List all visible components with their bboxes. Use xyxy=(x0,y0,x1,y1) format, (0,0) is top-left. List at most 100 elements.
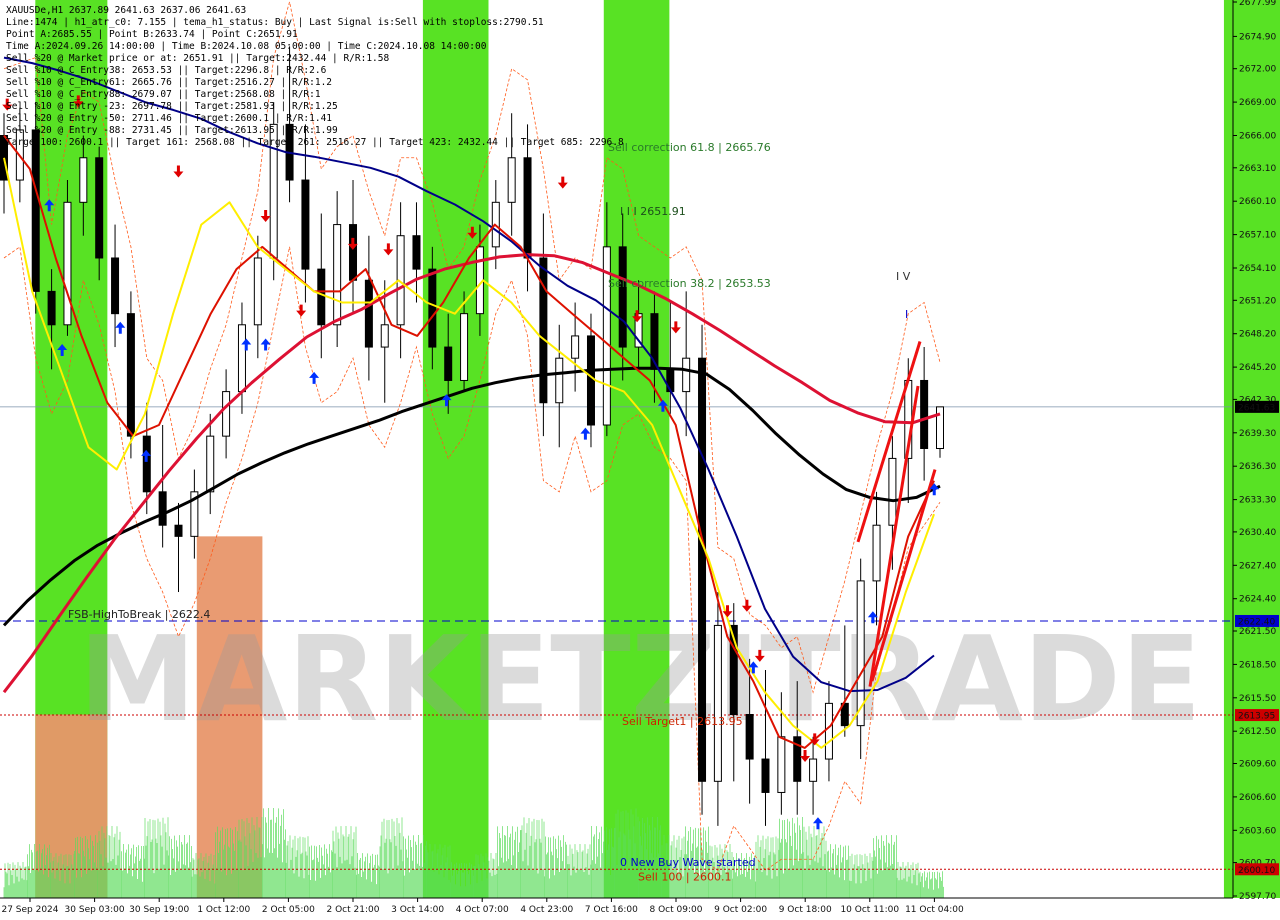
sell-arrow-icon xyxy=(557,176,568,189)
header-info-line: Target100: 2600.1 || Target 161: 2568.08… xyxy=(6,137,624,148)
y-tick-label: 2677.99 xyxy=(1239,0,1276,8)
trading-chart[interactable]: MARKETZITRADE FSB-HighToBreak | 2622.4 Sel… xyxy=(0,0,1280,920)
chart-canvas[interactable]: MARKETZITRADEFSB-HighToBreak | 2622.4Sel… xyxy=(0,0,1280,920)
candle-body[interactable] xyxy=(364,279,373,348)
annotation-sell-correction-61: Sell correction 61.8 | 2665.76 xyxy=(608,141,771,154)
candle-body[interactable] xyxy=(412,235,421,270)
buy-arrow-icon xyxy=(115,321,126,334)
candle-body[interactable] xyxy=(618,246,627,348)
header-info-line: Sell %10 @ Entry -23: 2697.78 || Target:… xyxy=(6,101,338,112)
candle-body[interactable] xyxy=(142,435,151,493)
candle-body[interactable] xyxy=(713,624,722,782)
candle-body[interactable] xyxy=(555,357,564,404)
y-tick-label: 2627.40 xyxy=(1239,561,1276,571)
x-tick-label: 2 Oct 05:00 xyxy=(262,905,315,915)
y-tick-label: 2663.10 xyxy=(1239,164,1276,174)
level-label-sell-100: Sell 100 | 2600.1 xyxy=(638,870,732,883)
buy-arrow-icon xyxy=(580,427,591,440)
header-info-line: Sell %10 @ C_Entry38: 2653.53 || Target:… xyxy=(6,65,327,76)
y-tick-label: 2654.10 xyxy=(1239,264,1276,274)
candle-body[interactable] xyxy=(809,758,818,782)
candle-body[interactable] xyxy=(936,406,944,449)
candle-body[interactable] xyxy=(206,435,215,493)
candle-body[interactable] xyxy=(444,346,453,381)
y-tick-label: 2603.60 xyxy=(1239,826,1276,836)
candle-body[interactable] xyxy=(31,129,40,292)
candle-body[interactable] xyxy=(824,702,833,760)
candle-body[interactable] xyxy=(428,268,437,348)
y-tick-label: 2651.20 xyxy=(1239,296,1276,306)
x-tick-label: 11 Oct 04:00 xyxy=(905,905,964,915)
x-tick-label: 9 Oct 02:00 xyxy=(714,905,767,915)
sell-arrow-icon xyxy=(383,243,394,256)
candle-body[interactable] xyxy=(79,157,88,203)
candle-body[interactable] xyxy=(523,157,532,259)
candle-body[interactable] xyxy=(586,335,595,426)
candle-body[interactable] xyxy=(777,736,786,793)
sell-arrow-icon xyxy=(173,165,184,178)
x-tick-label: 8 Oct 09:00 xyxy=(650,905,703,915)
candle-body[interactable] xyxy=(745,714,754,760)
green-session-band xyxy=(603,0,670,898)
annotation-wave-4: I V xyxy=(896,270,911,283)
candle-body[interactable] xyxy=(237,324,246,393)
candle-body[interactable] xyxy=(111,257,120,315)
candle-body[interactable] xyxy=(380,324,389,348)
y-tick-label: 2639.30 xyxy=(1239,429,1276,439)
y-tick-label: 2633.30 xyxy=(1239,496,1276,506)
candle-body[interactable] xyxy=(126,313,135,437)
annotation-sell-correction-38: Sell correction 38.2 | 2653.53 xyxy=(608,277,771,290)
sell-arrow-icon xyxy=(800,750,811,763)
header-info-line: Time A:2024.09.26 14:00:00 | Time B:2024… xyxy=(6,41,487,52)
x-tick-label: 10 Oct 11:00 xyxy=(840,905,899,915)
y-tick-label: 2645.20 xyxy=(1239,363,1276,373)
x-tick-label: 30 Sep 19:00 xyxy=(129,905,189,915)
candle-body[interactable] xyxy=(666,368,675,393)
x-tick-label: 30 Sep 03:00 xyxy=(65,905,125,915)
x-tick-label: 27 Sep 2024 xyxy=(1,905,58,915)
candle-body[interactable] xyxy=(222,391,231,437)
y-tick-label: 2660.10 xyxy=(1239,197,1276,207)
candle-body[interactable] xyxy=(63,201,72,326)
level-label-sell-target1: Sell Target1 | 2613.95 xyxy=(622,715,743,728)
y-tick-label: 2657.10 xyxy=(1239,231,1276,241)
price-tag-label: 2622.40 xyxy=(1238,617,1275,627)
candle-body[interactable] xyxy=(682,357,691,393)
candle-body[interactable] xyxy=(333,224,342,326)
candle-body[interactable] xyxy=(507,157,516,203)
price-tag-label: 2613.95 xyxy=(1238,712,1275,722)
header-info-line: Point A:2685.55 | Point B:2633.74 | Poin… xyxy=(6,29,298,40)
candle-body[interactable] xyxy=(872,524,881,582)
candle-body[interactable] xyxy=(460,313,469,381)
candle-body[interactable] xyxy=(761,758,770,793)
y-tick-label: 2648.20 xyxy=(1239,330,1276,340)
y-tick-label: 2615.50 xyxy=(1239,694,1276,704)
x-tick-label: 4 Oct 23:00 xyxy=(520,905,573,915)
candle-body[interactable] xyxy=(158,491,167,526)
green-session-band xyxy=(422,0,489,898)
candle-body[interactable] xyxy=(174,524,183,537)
y-tick-label: 2597.70 xyxy=(1239,892,1276,902)
candle-body[interactable] xyxy=(571,335,580,359)
price-tag-label: 2600.10 xyxy=(1238,866,1275,876)
candle-body[interactable] xyxy=(349,224,358,281)
header-info-line: Sell %20 @ Entry -50: 2711.46 || Target:… xyxy=(6,113,332,124)
candle-body[interactable] xyxy=(301,179,310,270)
candle-body[interactable] xyxy=(95,157,104,259)
x-tick-label: 1 Oct 12:00 xyxy=(197,905,250,915)
candle-body[interactable] xyxy=(317,268,326,326)
candle-body[interactable] xyxy=(920,379,929,449)
y-tick-label: 2624.40 xyxy=(1239,595,1276,605)
annotation-wave-3: I I I 2651.91 xyxy=(620,205,686,218)
sell-arrow-icon xyxy=(670,321,681,334)
candle-body[interactable] xyxy=(539,257,548,404)
x-tick-label: 9 Oct 18:00 xyxy=(779,905,832,915)
candle-body[interactable] xyxy=(888,457,897,526)
candle-body[interactable] xyxy=(253,257,262,326)
candle-body[interactable] xyxy=(47,290,56,326)
x-tick-label: 4 Oct 07:00 xyxy=(456,905,509,915)
header-info-line: Sell %20 @ Entry -88: 2731.45 || Target:… xyxy=(6,125,338,136)
x-tick-label: 3 Oct 14:00 xyxy=(391,905,444,915)
y-tick-label: 2612.50 xyxy=(1239,727,1276,737)
annotation-new-buy-wave: 0 New Buy Wave started xyxy=(620,856,756,869)
